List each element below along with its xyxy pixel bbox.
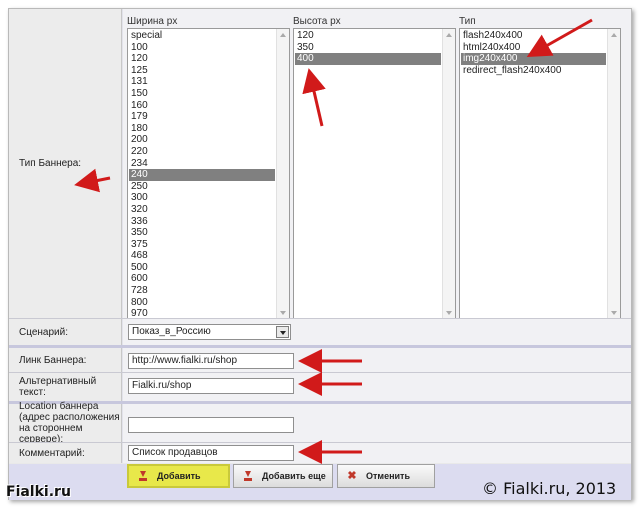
scenario-label: Сценарий: [9, 319, 122, 345]
type-option[interactable]: flash240x400 [461, 30, 606, 42]
alt-label: Альтернативный текст: [9, 373, 122, 401]
width-option[interactable]: special [129, 30, 275, 42]
type-option[interactable]: html240x400 [461, 42, 606, 54]
comment-row: Комментарий: Список продавцов [9, 443, 631, 463]
type-scrollbar[interactable] [607, 29, 620, 319]
width-option[interactable]: 300 [129, 192, 275, 204]
width-option[interactable]: 180 [129, 123, 275, 135]
width-option[interactable]: 468 [129, 250, 275, 262]
cancel-button[interactable]: ✖ Отменить [337, 464, 435, 488]
add-more-button-label: Добавить еще [262, 471, 326, 481]
type-items: flash240x400 html240x400 img240x400 redirec… [461, 30, 606, 76]
comment-label: Комментарий: [9, 443, 122, 463]
scenario-select[interactable]: Показ_в_Россию [128, 324, 291, 340]
width-option[interactable]: 500 [129, 262, 275, 274]
link-label: Линк Баннера: [9, 348, 122, 372]
width-option[interactable]: 320 [129, 204, 275, 216]
width-option[interactable]: 250 [129, 181, 275, 193]
link-row: Линк Баннера: http://www.fialki.ru/shop [9, 348, 631, 372]
height-header: Высота px [293, 16, 341, 27]
width-option[interactable]: 150 [129, 88, 275, 100]
location-label: Location баннера (адрес расположения на … [9, 401, 122, 445]
scenario-selected-value: Показ_в_Россию [132, 326, 211, 337]
alt-value-cell: Fialki.ru/shop [123, 373, 631, 401]
width-option[interactable]: 179 [129, 111, 275, 123]
scenario-value-cell: Показ_в_Россию [123, 319, 631, 345]
width-option[interactable]: 350 [129, 227, 275, 239]
type-option[interactable]: redirect_flash240x400 [461, 65, 606, 77]
width-header: Ширина px [127, 16, 178, 27]
height-listbox[interactable]: 120 350 400 [293, 28, 456, 320]
width-option[interactable]: 728 [129, 285, 275, 297]
banner-type-label: Тип Баннера: [9, 9, 122, 318]
height-items: 120 350 400 [295, 30, 441, 65]
location-input[interactable] [128, 417, 294, 433]
watermark-left: Fialki.ru [6, 484, 71, 500]
width-option[interactable]: 600 [129, 273, 275, 285]
type-header: Тип [459, 16, 476, 27]
type-listbox[interactable]: flash240x400 html240x400 img240x400 redirec… [459, 28, 621, 320]
scroll-down-icon[interactable] [446, 311, 452, 315]
height-option[interactable]: 120 [295, 30, 441, 42]
comment-input[interactable]: Список продавцов [128, 445, 294, 461]
cancel-button-label: Отменить [366, 471, 410, 481]
scroll-down-icon[interactable] [280, 311, 286, 315]
link-input[interactable]: http://www.fialki.ru/shop [128, 353, 294, 369]
scroll-down-icon[interactable] [611, 311, 617, 315]
height-option[interactable]: 400 [295, 53, 441, 65]
scroll-up-icon[interactable] [280, 33, 286, 37]
link-value-cell: http://www.fialki.ru/shop [123, 348, 631, 372]
chevron-down-icon[interactable] [276, 326, 289, 338]
scroll-up-icon[interactable] [611, 33, 617, 37]
add-icon [137, 470, 149, 482]
scenario-row: Сценарий: Показ_в_Россию [9, 319, 631, 345]
add-more-button[interactable]: Добавить еще [233, 464, 333, 488]
width-option[interactable]: 375 [129, 239, 275, 251]
width-option[interactable]: 120 [129, 53, 275, 65]
banner-form: Тип Баннера: Ширина px Высота px Тип spe… [8, 8, 632, 500]
width-option[interactable]: 200 [129, 134, 275, 146]
add-more-icon [242, 470, 254, 482]
width-option[interactable]: 160 [129, 100, 275, 112]
height-option[interactable]: 350 [295, 42, 441, 54]
width-option[interactable]: 240 [129, 169, 275, 181]
add-button-label: Добавить [157, 471, 201, 481]
width-option[interactable]: 336 [129, 216, 275, 228]
width-option[interactable]: 234 [129, 158, 275, 170]
banner-type-row: Тип Баннера: Ширина px Высота px Тип spe… [9, 9, 631, 320]
watermark-right: © Fialki.ru, 2013 [482, 479, 617, 498]
height-scrollbar[interactable] [442, 29, 455, 319]
location-value-cell [123, 404, 631, 442]
add-button[interactable]: Добавить [127, 464, 230, 488]
width-listbox[interactable]: special 100 120 125 131 150 160 179 180 200 220 234… [127, 28, 290, 320]
width-option[interactable]: 800 [129, 297, 275, 309]
type-option[interactable]: img240x400 [461, 53, 606, 65]
location-row: Location баннера (адрес расположения на … [9, 401, 631, 445]
scroll-up-icon[interactable] [446, 33, 452, 37]
banner-type-value: Ширина px Высота px Тип special 100 120 125… [123, 9, 631, 320]
alt-text-input[interactable]: Fialki.ru/shop [128, 378, 294, 394]
width-items: special 100 120 125 131 150 160 179 180 200 220 234… [129, 30, 275, 319]
close-icon: ✖ [347, 470, 357, 482]
comment-value-cell: Список продавцов [123, 443, 631, 463]
alt-row: Альтернативный текст: Fialki.ru/shop [9, 373, 631, 401]
width-option[interactable]: 220 [129, 146, 275, 158]
width-option[interactable]: 100 [129, 42, 275, 54]
width-option[interactable]: 125 [129, 65, 275, 77]
width-option[interactable]: 131 [129, 76, 275, 88]
width-scrollbar[interactable] [276, 29, 289, 319]
